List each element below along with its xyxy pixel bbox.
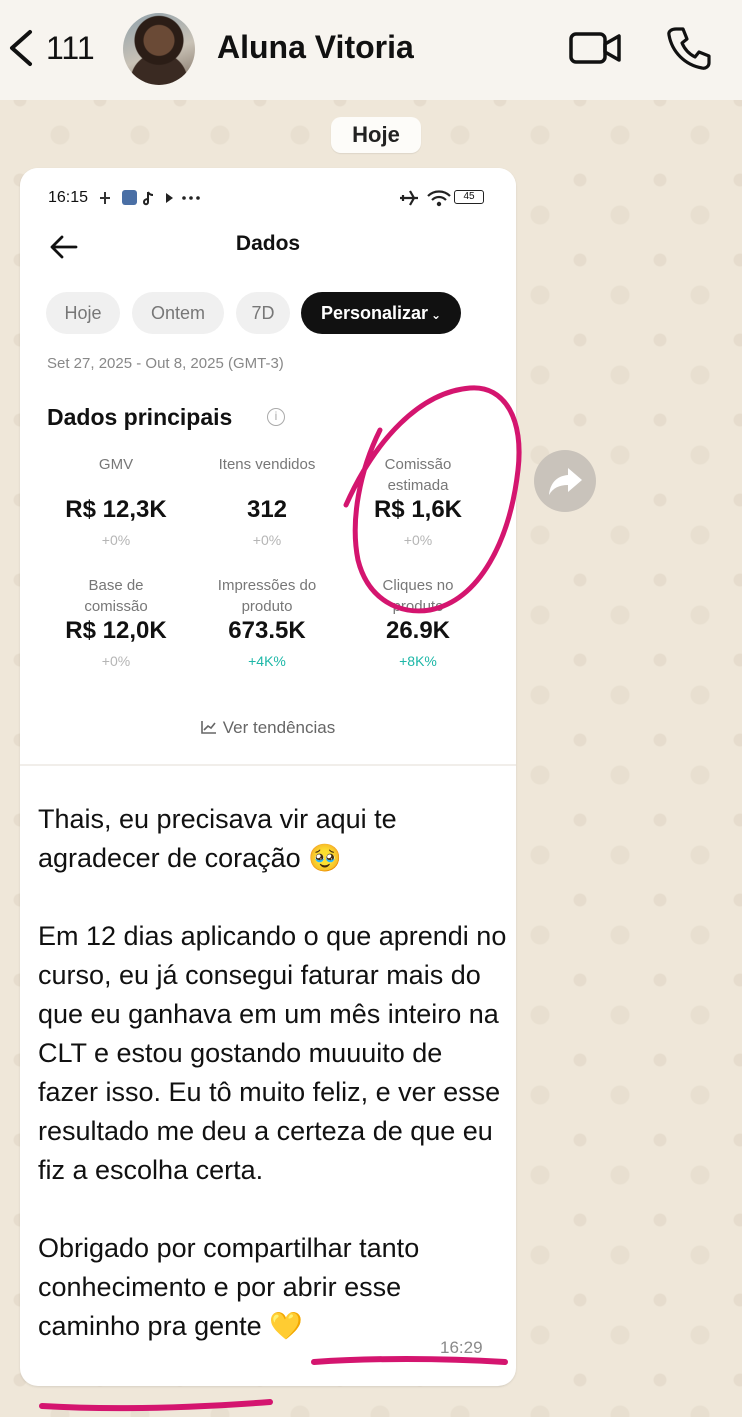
message-bubble[interactable]: 16:15 45 Dados Hoje Ontem 7D Personaliza…	[20, 168, 516, 1386]
metric-label: Impressões do produto	[217, 577, 317, 615]
metric-label: GMV	[98, 456, 134, 473]
status-time: 16:15	[48, 189, 89, 206]
screen-title: Dados	[235, 232, 301, 255]
metric-value: 673.5K	[228, 617, 306, 644]
metric-impressoes-produto: Impressões do produto 673.5K +4K%	[187, 575, 347, 669]
attached-screenshot[interactable]: 16:15 45 Dados Hoje Ontem 7D Personaliza…	[20, 168, 516, 766]
metric-value: 26.9K	[385, 617, 451, 644]
forward-arrow-icon	[549, 468, 582, 495]
trend-link[interactable]: Ver tendências	[20, 718, 516, 738]
phone-icon[interactable]	[664, 24, 712, 72]
metric-value: R$ 1,6K	[373, 496, 463, 523]
section-title: Dados principais	[47, 404, 233, 430]
metric-value: R$ 12,3K	[65, 496, 167, 523]
metric-value: R$ 12,0K	[65, 617, 167, 644]
forward-button[interactable]	[534, 450, 596, 512]
message-text: Thais, eu precisava vir aqui te agradece…	[38, 804, 507, 1341]
metric-delta: +0%	[101, 653, 131, 669]
metric-label: Base de comissão	[84, 577, 148, 615]
chip-hoje[interactable]: Hoje	[46, 292, 120, 334]
metric-label: Comissão estimada	[384, 456, 452, 494]
unread-count[interactable]: 111	[46, 30, 95, 67]
metric-value: 312	[246, 496, 288, 523]
metric-delta: +0%	[252, 532, 282, 548]
chip-7d[interactable]: 7D	[236, 292, 290, 334]
metric-delta: +0%	[101, 532, 131, 548]
trend-chart-icon	[200, 721, 216, 734]
status-notification-icons	[100, 190, 200, 206]
metric-itens-vendidos: Itens vendidos 312 +0%	[187, 454, 347, 548]
metric-delta: +0%	[403, 532, 433, 548]
avatar[interactable]	[123, 13, 195, 85]
metric-gmv: GMV R$ 12,3K +0%	[36, 454, 196, 548]
metric-delta: +4K%	[248, 653, 286, 669]
chip-personalizar[interactable]: Personalizar ⌄	[301, 292, 461, 334]
video-call-icon[interactable]	[568, 28, 622, 68]
contact-name[interactable]: Aluna Vitoria	[217, 29, 414, 66]
metric-delta: +8K%	[399, 653, 437, 669]
chevron-left-icon[interactable]	[4, 26, 40, 70]
chip-ontem[interactable]: Ontem	[132, 292, 224, 334]
metric-base-comissao: Base de comissão R$ 12,0K +0%	[36, 575, 196, 669]
metric-cliques-produto: Cliques no produto 26.9K +8K%	[338, 575, 498, 669]
trend-link-label: Ver tendências	[222, 718, 336, 737]
chip-personalizar-label: Personalizar	[320, 303, 428, 323]
chevron-down-icon: ⌄	[431, 308, 442, 322]
date-separator: Hoje	[331, 117, 421, 153]
date-range: Set 27, 2025 - Out 8, 2025 (GMT-3)	[47, 355, 284, 372]
metric-label: Itens vendidos	[218, 456, 316, 473]
battery-icon: 45	[454, 190, 484, 204]
metric-label: Cliques no produto	[382, 577, 454, 615]
info-icon[interactable]: i	[267, 408, 285, 426]
metric-comissao-estimada: Comissão estimada R$ 1,6K +0%	[338, 454, 498, 548]
message-time: 16:29	[440, 1338, 483, 1357]
chat-header: 111 Aluna Vitoria	[0, 0, 742, 100]
